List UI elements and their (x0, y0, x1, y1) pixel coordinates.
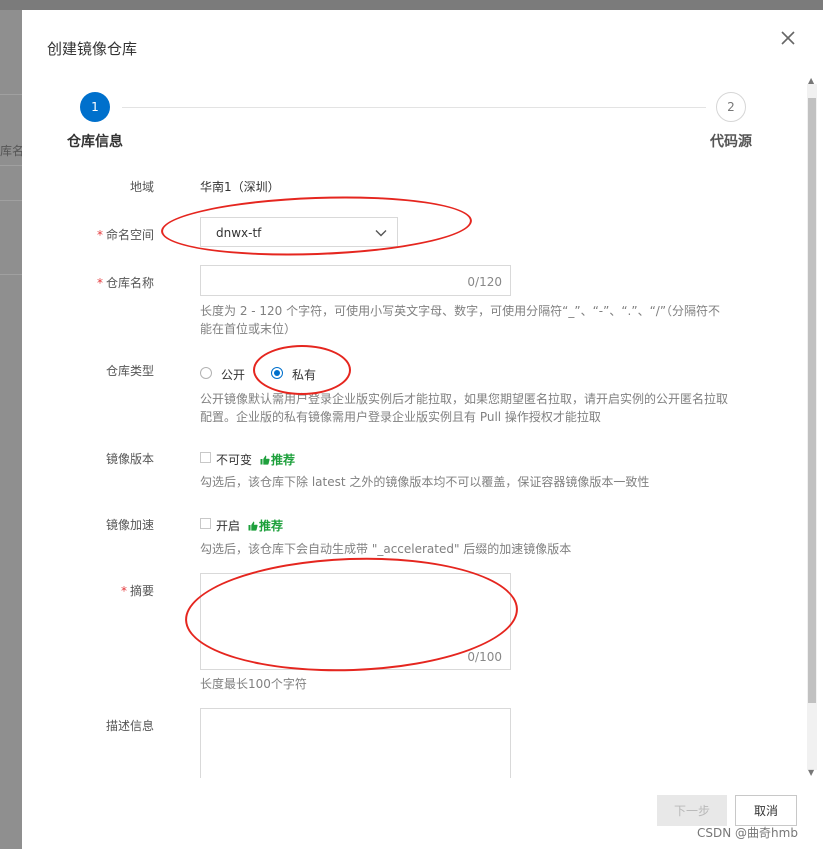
image-version-label: 镜像版本 (105, 452, 154, 466)
radio-private[interactable] (271, 367, 283, 379)
scroll-down-arrow-icon[interactable]: ▼ (808, 768, 814, 777)
recommend-badge: 推荐 (248, 517, 283, 534)
background-divider (0, 165, 22, 166)
recommend-badge: 推荐 (260, 451, 295, 468)
step-connector (122, 107, 706, 108)
image-accel-label: 镜像加速 (105, 518, 154, 532)
summary-textarea[interactable]: 0/100 (200, 573, 511, 670)
thumbs-up-icon (260, 455, 270, 465)
scrollbar-thumb[interactable] (808, 98, 816, 703)
chevron-down-icon (375, 230, 387, 237)
required-mark: * (96, 276, 103, 290)
thumbs-up-icon (248, 521, 258, 531)
background-header (0, 0, 823, 10)
watermark: CSDN @曲奇hmb (697, 826, 798, 840)
repo-type-label: 仓库类型 (105, 364, 154, 378)
summary-label: * 摘要 (120, 584, 154, 598)
dialog-title: 创建镜像仓库 (47, 40, 138, 58)
image-accel-help: 勾选后，该仓库下会自动生成带 "_accelerated" 后缀的加速镜像版本 (200, 542, 572, 556)
repo-name-input[interactable]: 0/120 (200, 265, 511, 296)
background-divider (0, 274, 22, 275)
region-value: 华南1（深圳） (200, 180, 280, 194)
step-1-indicator: 1 (80, 92, 110, 122)
immutable-checkbox[interactable] (200, 452, 211, 463)
repo-name-help: 长度为 2 - 120 个字符，可使用小写英文字母、数字，可使用分隔符“_”、“… (200, 304, 721, 336)
background-divider (0, 94, 22, 95)
summary-help: 长度最长100个字符 (200, 677, 307, 691)
background-page: 库名称 (0, 10, 36, 849)
radio-private-label[interactable]: 私有 (292, 366, 316, 383)
radio-public[interactable] (200, 367, 212, 379)
scroll-up-arrow-icon[interactable]: ▲ (808, 76, 814, 85)
repo-name-counter: 0/120 (467, 275, 502, 289)
image-version-help: 勾选后，该仓库下除 latest 之外的镜像版本均不可以覆盖，保证容器镜像版本一… (200, 475, 650, 489)
repo-name-label: * 仓库名称 (96, 276, 154, 290)
dialog-scrollbar[interactable]: ▲ ▼ (805, 76, 819, 777)
accelerate-checkbox-label[interactable]: 开启 (216, 517, 240, 534)
required-mark: * (96, 228, 103, 242)
namespace-label: * 命名空间 (96, 228, 154, 242)
description-label: 描述信息 (105, 719, 154, 733)
step-2-label: 代码源 (710, 134, 752, 150)
cancel-button[interactable]: 取消 (735, 795, 797, 826)
step-1-label: 仓库信息 (67, 134, 123, 150)
create-repo-dialog: 创建镜像仓库 1 2 仓库信息 代码源 地域 华南1（深圳） * 命名空间 dnw… (22, 10, 823, 849)
namespace-selected-value: dnwx-tf (216, 226, 262, 240)
region-label: 地域 (129, 180, 154, 194)
background-divider (0, 200, 22, 201)
required-mark: * (120, 584, 127, 598)
namespace-select[interactable]: dnwx-tf (200, 217, 398, 247)
summary-counter: 0/100 (467, 650, 502, 664)
next-button[interactable]: 下一步 (657, 795, 727, 826)
radio-public-label[interactable]: 公开 (221, 366, 245, 383)
repo-type-help: 公开镜像默认需用户登录企业版实例后才能拉取，如果您期望匿名拉取，请开启实例的公开… (200, 392, 729, 424)
immutable-checkbox-label[interactable]: 不可变 (216, 451, 252, 468)
accelerate-checkbox[interactable] (200, 518, 211, 529)
close-icon[interactable] (779, 29, 797, 47)
step-2-indicator: 2 (716, 92, 746, 122)
description-textarea[interactable] (200, 708, 511, 778)
